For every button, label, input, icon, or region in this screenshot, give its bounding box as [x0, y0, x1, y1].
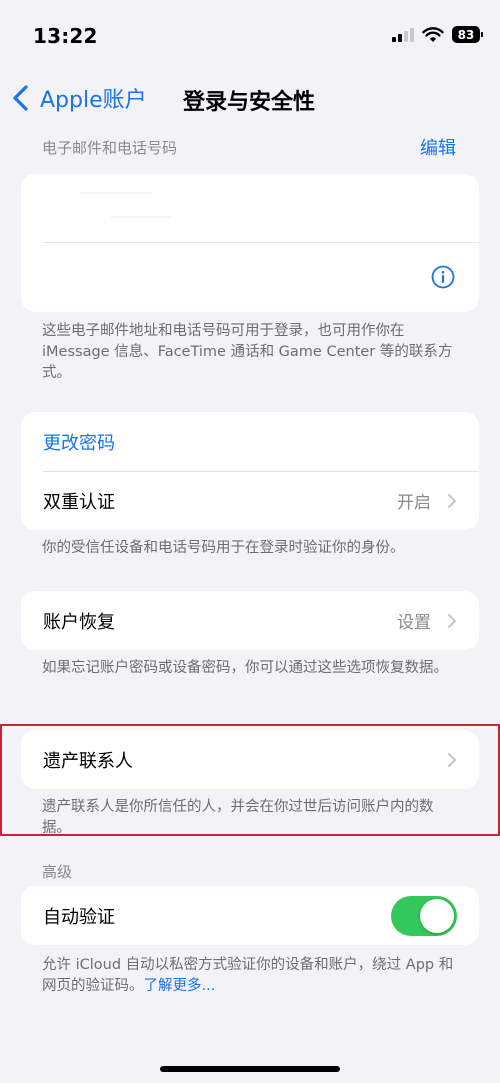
legacy-contact-label: 遗产联系人	[43, 750, 133, 772]
security-card: 更改密码 双重认证 开启	[21, 412, 479, 530]
edit-button[interactable]: 编辑	[420, 134, 456, 160]
toggle-knob	[420, 898, 454, 933]
back-button-label: Apple账户	[40, 88, 147, 113]
back-button[interactable]: Apple账户	[10, 82, 147, 114]
two-factor-label: 双重认证	[43, 491, 115, 513]
account-recovery-row[interactable]: 账户恢复 设置	[21, 591, 479, 650]
chevron-right-icon	[448, 752, 456, 767]
email-phone-note: 这些电子邮件地址和电话号码可用于登录，也可用作你在 iMessage 信息、Fa…	[42, 323, 453, 381]
account-recovery-value: 设置	[397, 613, 431, 633]
change-password-row[interactable]: 更改密码	[21, 412, 479, 471]
auto-verify-note: 允许 iCloud 自动以私密方式验证你的设备和账户，绕过 App 和网页的验证…	[42, 955, 462, 997]
auto-verify-label: 自动验证	[43, 906, 115, 928]
account-recovery-label: 账户恢复	[43, 611, 115, 633]
two-factor-note: 你的受信任设备和电话号码用于在登录时验证你的身份。	[42, 540, 405, 556]
screen: 13:22 83 Apple账户 登录与安全性 电子邮件和电话号码 编辑 这些电…	[0, 0, 500, 1083]
auto-verify-toggle[interactable]	[391, 895, 457, 936]
battery-icon: 83	[452, 26, 483, 43]
home-indicator[interactable]	[160, 1066, 340, 1072]
advanced-section-header: 高级	[42, 863, 73, 881]
auto-verify-row: 自动验证	[21, 886, 479, 945]
change-password-link[interactable]: 更改密码	[43, 429, 115, 455]
auto-verify-note-text: 允许 iCloud 自动以私密方式验证你的设备和账户，绕过 App 和网页的验证…	[42, 957, 454, 994]
advanced-card: 自动验证	[21, 886, 479, 945]
wifi-icon	[422, 26, 444, 42]
recovery-note: 如果忘记账户密码或设备密码，你可以通过这些选项恢复数据。	[42, 660, 448, 676]
chevron-right-icon	[448, 613, 456, 628]
learn-more-link[interactable]: 了解更多...	[144, 978, 216, 994]
info-icon[interactable]	[431, 265, 455, 289]
email-phone-card	[21, 174, 479, 312]
recovery-card: 账户恢复 设置	[21, 591, 479, 650]
chevron-right-icon	[448, 493, 456, 508]
legacy-contact-card: 遗产联系人	[21, 730, 479, 789]
battery-level: 83	[457, 27, 475, 42]
legacy-contact-row[interactable]: 遗产联系人	[21, 730, 479, 789]
cellular-signal-icon	[392, 27, 414, 42]
navigation-bar: Apple账户 登录与安全性	[0, 76, 500, 120]
status-time: 13:22	[33, 24, 98, 48]
page-title: 登录与安全性	[183, 90, 316, 115]
status-icons: 83	[392, 26, 483, 43]
legacy-contact-note: 遗产联系人是你所信任的人，并会在你过世后访问账户内的数据。	[42, 799, 434, 836]
status-bar: 13:22 83	[0, 0, 500, 70]
chevron-left-icon	[13, 85, 28, 111]
two-factor-value: 开启	[397, 493, 431, 513]
two-factor-row[interactable]: 双重认证 开启	[21, 471, 479, 530]
email-phone-section-header: 电子邮件和电话号码	[42, 139, 178, 157]
